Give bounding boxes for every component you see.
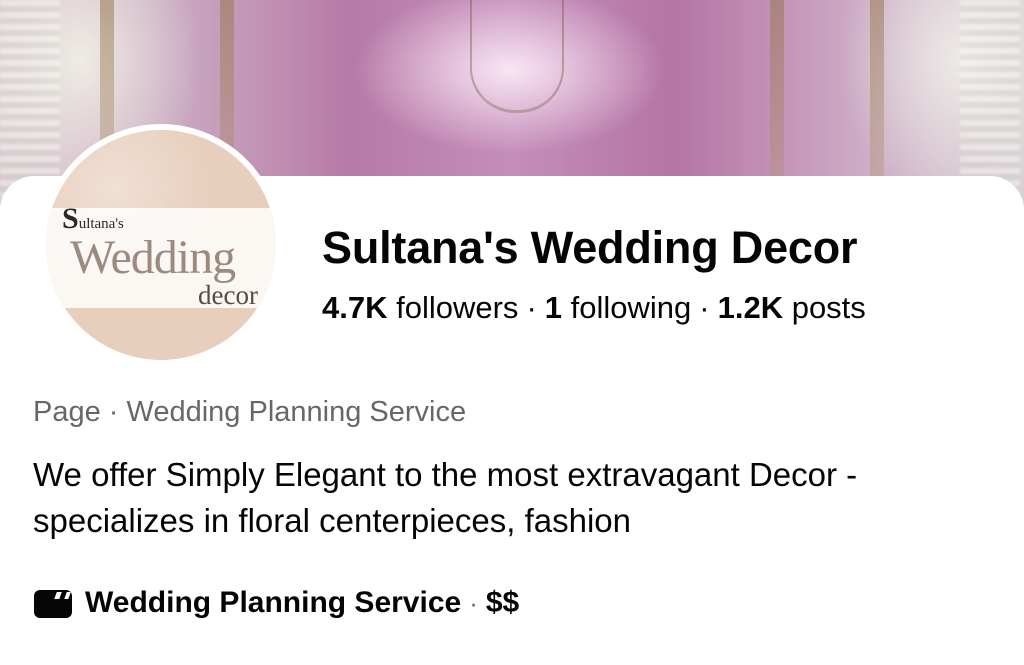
logo-text-sub: decor: [198, 280, 258, 310]
following-link[interactable]: 1 following: [545, 290, 692, 325]
page-category: Page · Wedding Planning Service: [33, 396, 467, 428]
posts-count: 1.2K posts: [717, 290, 866, 325]
price-range: $$: [485, 586, 520, 619]
page-title: Sultana's Wedding Decor: [322, 222, 858, 273]
chandelier-decoration: [470, 0, 564, 113]
avatar-logo: Sultana's Wedding decor: [46, 130, 276, 360]
profile-stats: 4.7K followers · 1 following · 1.2K posts: [322, 290, 866, 325]
page-bio: We offer Simply Elegant to the most extr…: [33, 456, 858, 539]
video-clapper-icon: [34, 590, 72, 618]
followers-link[interactable]: 4.7K followers: [322, 290, 518, 325]
category-label: Wedding Planning Service: [85, 586, 462, 619]
profile-avatar[interactable]: Sultana's Wedding decor: [40, 124, 282, 366]
category-info-row: Wedding Planning Service · $$: [33, 583, 519, 623]
logo-text-main: Wedding: [70, 231, 236, 284]
